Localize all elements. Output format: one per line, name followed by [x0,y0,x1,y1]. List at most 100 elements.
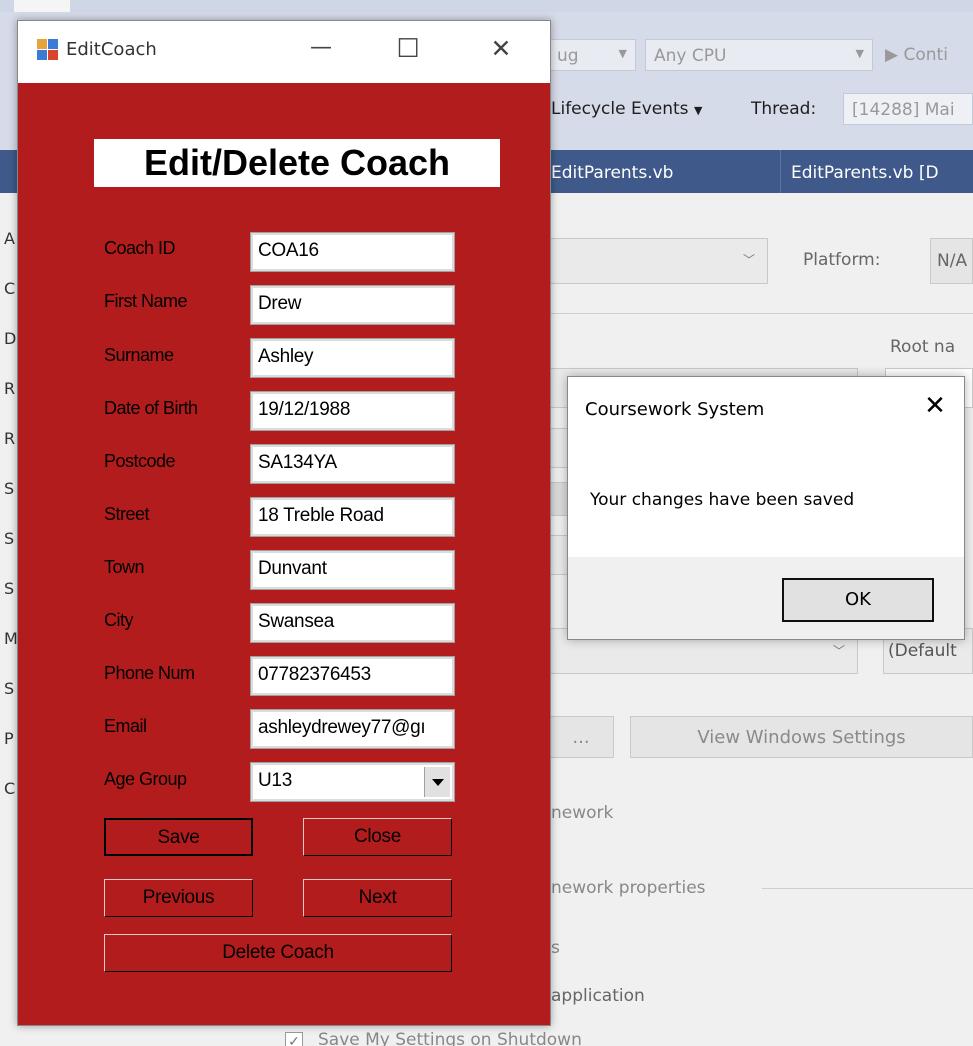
lifecycle-events-dropdown[interactable]: Lifecycle Events ▼ [551,99,702,119]
output-type-combo[interactable] [548,482,568,516]
next-button[interactable]: Next [303,879,452,917]
chevron-down-icon: ﹀ [832,644,845,658]
city-field[interactable]: Swansea [250,603,455,643]
tab-editparents-vb[interactable]: EditParents.vb [540,150,780,193]
left-list-item[interactable]: S [4,529,14,548]
play-icon: ▶ [885,45,899,65]
window-title: EditCoach [66,39,157,60]
left-list-item[interactable]: D [4,329,16,348]
thread-value: [14288] Mai [852,100,955,120]
age-group-label: Age Group [104,769,187,789]
email-label: Email [104,716,147,736]
dialog-close-button[interactable]: ✕ [920,391,950,421]
coach-id-field[interactable]: COA16 [250,232,455,272]
left-list-item[interactable]: P [4,729,14,748]
config-dropdown-value: ug [557,46,579,66]
ide-menu-tab[interactable] [14,0,70,12]
root-namespace-label: Root na [890,337,956,357]
left-list-item[interactable]: R [4,429,15,448]
message-dialog: Coursework System ✕ Your changes have be… [567,376,965,640]
continue-button[interactable]: ▶ Conti [885,45,948,65]
left-list-item[interactable]: C [4,779,15,798]
configuration-combo[interactable]: ﹀ [548,238,768,284]
surname-label: Surname [104,345,174,365]
chevron-down-icon: ▼ [855,47,864,60]
save-settings-label: Save My Settings on Shutdown [318,1030,582,1046]
street-field[interactable]: 18 Treble Road [250,497,455,537]
platform-label: Platform: [803,250,881,270]
close-icon: ✕ [490,34,512,63]
left-list-item[interactable]: A [4,229,15,248]
lifecycle-label: Lifecycle Events [551,99,689,119]
date-of-birth-field[interactable]: 19/12/1988 [250,391,455,431]
platform-dropdown-value: Any CPU [654,46,727,66]
platform-combo[interactable]: N/A [930,238,973,284]
form-heading: Edit/Delete Coach [94,139,500,187]
left-list-item[interactable]: C [4,279,15,298]
postcode-field[interactable]: SA134YA [250,444,455,484]
thread-label: Thread: [751,99,817,119]
framework-properties-group-label: nework properties [551,878,706,898]
left-list-item[interactable]: R [4,379,15,398]
default-value: (Default [888,641,957,661]
previous-button[interactable]: Previous [104,879,253,917]
thread-dropdown[interactable]: [14288] Mai [843,93,973,125]
ok-button[interactable]: OK [782,578,934,622]
left-list-item[interactable]: M [4,629,18,648]
framework-checkbox-label: nework [551,803,614,823]
maximize-icon: ☐ [396,34,420,64]
town-label: Town [104,557,145,577]
age-group-value: U13 [258,770,292,791]
phone-num-field[interactable]: 07782376453 [250,656,455,696]
city-label: City [104,610,134,630]
caret-down-icon: ▼ [693,104,703,117]
surname-field[interactable]: Ashley [250,338,455,378]
window-titlebar[interactable]: EditCoach — ☐ ✕ [18,21,550,83]
chevron-down-icon: ﹀ [742,253,755,267]
platform-dropdown[interactable]: Any CPU ▼ [645,39,873,71]
date-of-birth-label: Date of Birth [104,398,198,418]
ide-menu-strip [0,0,973,12]
continue-button-label: Conti [903,45,948,65]
delete-coach-button[interactable]: Delete Coach [104,934,452,972]
editcoach-window: EditCoach — ☐ ✕ Edit/Delete Coach Coach … [17,20,551,1026]
target-framework-combo[interactable] [548,428,568,468]
startup-object-combo[interactable] [548,535,568,575]
save-button[interactable]: Save [104,818,253,856]
check-icon: ✓ [288,1033,300,1046]
dialog-title: Coursework System [585,399,765,420]
maximize-button[interactable]: ☐ [386,31,430,69]
ide-left-list: A C D R R S S S M S P C [0,212,18,912]
close-button[interactable]: Close [303,818,452,856]
town-field[interactable]: Dunvant [250,550,455,590]
coach-id-label: Coach ID [104,238,176,258]
minimize-button[interactable]: — [299,31,343,69]
save-settings-checkbox[interactable]: ✓ [285,1032,303,1046]
styles-checkbox-label: s [551,938,560,958]
phone-num-label: Phone Num [104,663,195,683]
first-name-field[interactable]: Drew [250,285,455,325]
dropdown-arrow-icon[interactable] [424,767,450,797]
minimize-icon: — [310,35,332,60]
dialog-footer: OK [568,557,964,639]
app-icon [37,39,59,61]
platform-value: N/A [937,251,968,271]
street-label: Street [104,504,150,524]
left-list-item[interactable]: S [4,579,14,598]
close-icon: ✕ [924,391,946,421]
tab-editparents-vb-design[interactable]: EditParents.vb [D [780,150,973,193]
config-dropdown[interactable]: ug ▼ [548,39,636,71]
age-group-select[interactable]: U13 [250,762,455,802]
view-windows-settings-button[interactable]: View Windows Settings [630,716,973,758]
group-divider [762,888,973,889]
postcode-label: Postcode [104,451,176,471]
ellipsis-button[interactable]: ... [548,716,614,758]
left-list-item[interactable]: S [4,479,14,498]
first-name-label: First Name [104,291,188,311]
close-window-button[interactable]: ✕ [479,31,523,69]
single-instance-label: application [551,986,645,1006]
email-field[interactable]: ashleydrewey77@gı [250,709,455,749]
chevron-down-icon: ▼ [618,47,627,60]
dialog-message: Your changes have been saved [590,490,855,510]
left-list-item[interactable]: S [4,679,14,698]
